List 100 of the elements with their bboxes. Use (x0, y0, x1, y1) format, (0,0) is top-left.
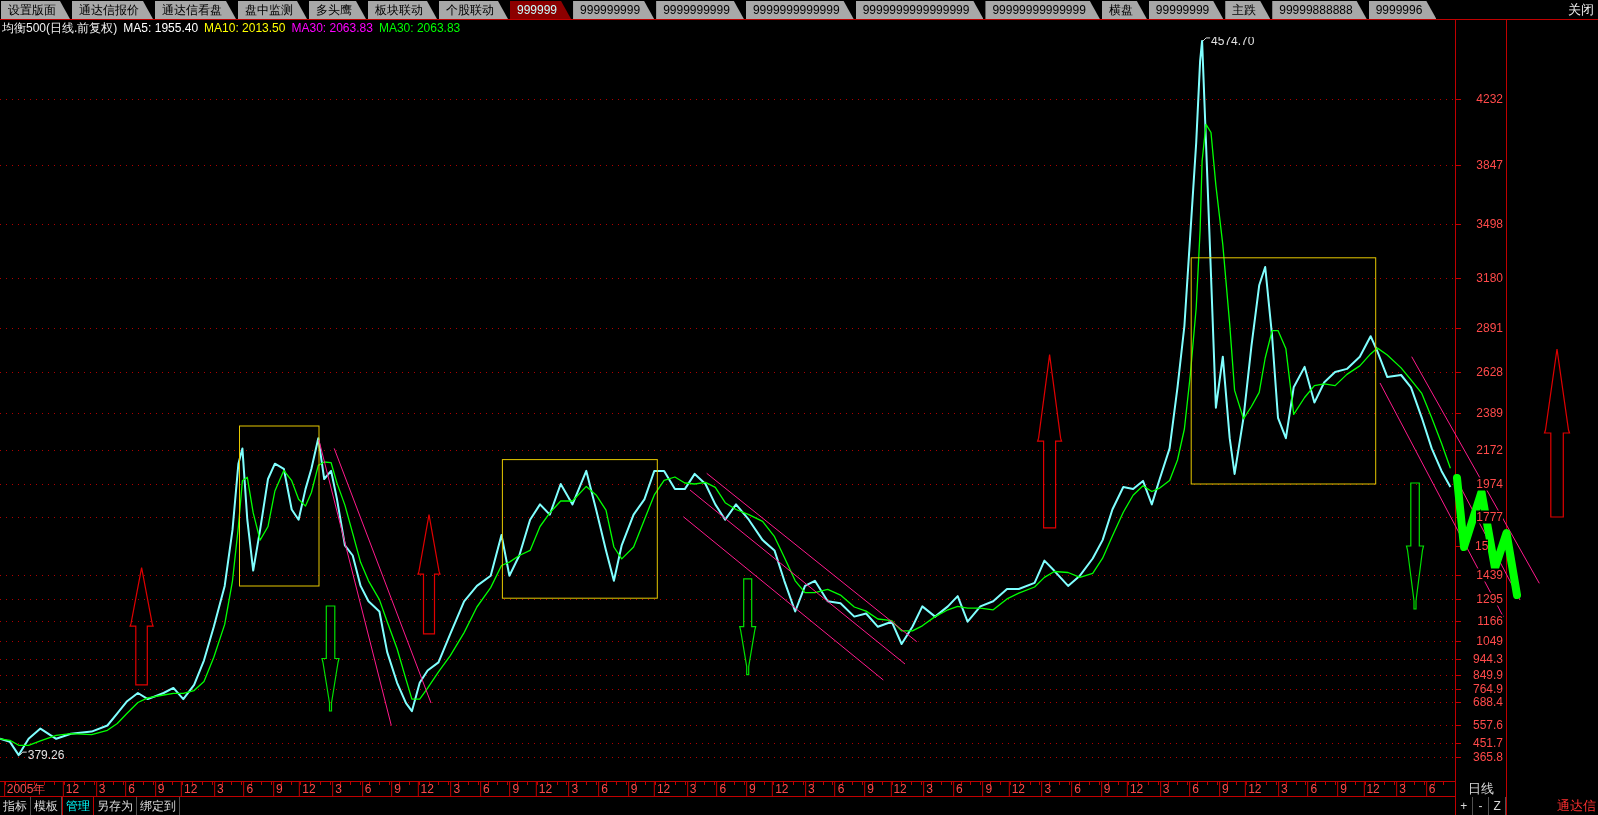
price-axis-label: 688.4 (1472, 695, 1503, 709)
date-axis-label: 12 (775, 782, 789, 796)
price-axis-label: 4232 (1476, 92, 1503, 106)
date-axis-label: 12 (184, 782, 198, 796)
price-axis-label: 15 (1475, 539, 1489, 553)
price-axis-label: 365.8 (1472, 750, 1503, 764)
price-annotation: 379.26 (27, 748, 65, 763)
up-arrow-icon (1036, 354, 1063, 529)
date-axis-label: 9 (512, 782, 520, 796)
tab[interactable]: 9999999999999 (745, 1, 854, 19)
up-arrow-icon (129, 567, 154, 686)
tab[interactable]: 9999999999999999 (855, 1, 984, 19)
date-axis-label: 3 (926, 782, 933, 796)
tab[interactable]: 盘中监测 (238, 1, 307, 19)
date-axis-label: 3 (689, 782, 697, 796)
date-axis-label: 6 (128, 782, 135, 796)
zoom-button[interactable]: + (1456, 797, 1473, 815)
up-arrow-icon (1543, 348, 1571, 518)
tab[interactable]: 横盘 (1101, 1, 1147, 19)
close-button[interactable]: 关闭 (1564, 0, 1598, 19)
date-axis-label: 12 (302, 782, 316, 796)
price-axis-label: 2628 (1476, 365, 1503, 379)
date-axis-label: 12 (1129, 782, 1144, 796)
tab[interactable]: 个股联动 (439, 1, 508, 19)
price-axis-label: 764.9 (1472, 682, 1503, 696)
zoom-button[interactable]: Z (1489, 797, 1506, 815)
price-axis-label: 2891 (1476, 321, 1503, 335)
date-axis-label: 6 (955, 782, 963, 796)
date-axis-label: 12 (893, 782, 907, 796)
tab[interactable]: 通达信看盘 (155, 1, 236, 19)
brand-label: 通达信 (1557, 798, 1596, 814)
date-axis-label: 9 (394, 782, 401, 796)
date-axis-label: 6 (482, 782, 490, 796)
indicator-value: MA5: 1955.40 (123, 20, 199, 37)
tab[interactable]: 999999 (510, 1, 572, 19)
tab[interactable]: 9999996 (1368, 1, 1437, 19)
toolbar-button[interactable]: 管理 (62, 797, 94, 815)
toolbar-button[interactable]: 指标 (0, 797, 31, 815)
toolbar-button[interactable]: 另存为 (94, 797, 137, 815)
indicator-value: MA30: 2063.83 (378, 20, 461, 37)
tab[interactable]: 9999999999 (656, 1, 744, 19)
leader-line (19, 751, 28, 756)
date-axis-label: 6 (601, 782, 608, 796)
date-axis-label: 6 (1428, 782, 1436, 796)
date-axis-label: 3 (216, 782, 224, 796)
price-axis-label: 3498 (1476, 217, 1503, 231)
price-annotation: 4574.70 (1211, 37, 1255, 49)
date-axis-label: 3 (98, 782, 106, 796)
date-axis-label: 3 (1044, 782, 1052, 796)
toolbar-button[interactable]: 绑定到 (137, 797, 180, 815)
toolbar-button[interactable]: 模板 (31, 797, 62, 815)
date-axis-label: 12 (538, 782, 553, 796)
date-axis-label: 12 (1011, 782, 1025, 796)
price-axis-label: 944.3 (1472, 652, 1503, 666)
date-axis-label: 9 (867, 782, 874, 796)
date-axis-label: 6 (719, 782, 727, 796)
tab[interactable]: 999999999 (573, 1, 655, 19)
price-axis-label: 1439 (1476, 568, 1503, 582)
date-axis-label: 6 (1074, 782, 1081, 796)
price-axis-label: 2389 (1476, 406, 1503, 420)
down-arrow-icon (1405, 482, 1425, 610)
date-axis-label: 3 (1162, 782, 1170, 796)
date-axis-label: 12 (65, 782, 80, 796)
tab[interactable]: 99999999999999 (985, 1, 1100, 19)
date-axis-label: 3 (335, 782, 342, 796)
indicator-value: MA30: 2063.83 (291, 20, 373, 37)
date-axis-label: 9 (1340, 782, 1347, 796)
leader-line (1202, 37, 1211, 42)
date-axis-label: 9 (276, 782, 283, 796)
price-axis-label: 1166 (1477, 614, 1503, 628)
down-arrow-icon (321, 605, 340, 712)
date-axis-label: 12 (1248, 782, 1262, 796)
date-axis-label: 6 (1192, 782, 1200, 796)
date-axis-label: 3 (571, 782, 579, 796)
date-axis-label: 3 (1399, 782, 1406, 796)
date-axis-label: 2005年 (6, 782, 46, 796)
chart-title: 均衡500(日线.前复权) (2, 20, 118, 37)
tab[interactable]: 板块联动 (368, 1, 437, 19)
price-axis-label: 3847 (1476, 158, 1503, 172)
tab[interactable]: 设置版面 (1, 1, 70, 19)
date-axis-label: 9 (748, 782, 756, 796)
date-axis-label: 6 (837, 782, 845, 796)
date-axis-label: 9 (985, 782, 993, 796)
price-axis-label: 1777 (1476, 510, 1503, 524)
date-axis-label: 12 (656, 782, 671, 796)
tab[interactable]: 通达信报价 (72, 1, 153, 19)
price-axis-label: 1974 (1476, 477, 1503, 491)
price-axis-label: 849.9 (1472, 668, 1503, 682)
tab[interactable]: 主跌 (1225, 1, 1271, 19)
date-axis-label: 3 (453, 782, 461, 796)
indicator-value: MA10: 2013.50 (204, 20, 286, 37)
price-axis-label: 1049 (1476, 634, 1503, 648)
tab[interactable]: 99999888888 (1272, 1, 1367, 19)
down-arrow-icon (738, 578, 757, 676)
date-axis-label: 9 (630, 782, 638, 796)
tab[interactable]: 99999999 (1148, 1, 1224, 19)
tab[interactable]: 多头鹰 (309, 1, 366, 19)
zoom-button[interactable]: - (1472, 797, 1490, 815)
date-axis-label: 12 (420, 782, 434, 796)
date-axis-label: 6 (1310, 782, 1318, 796)
